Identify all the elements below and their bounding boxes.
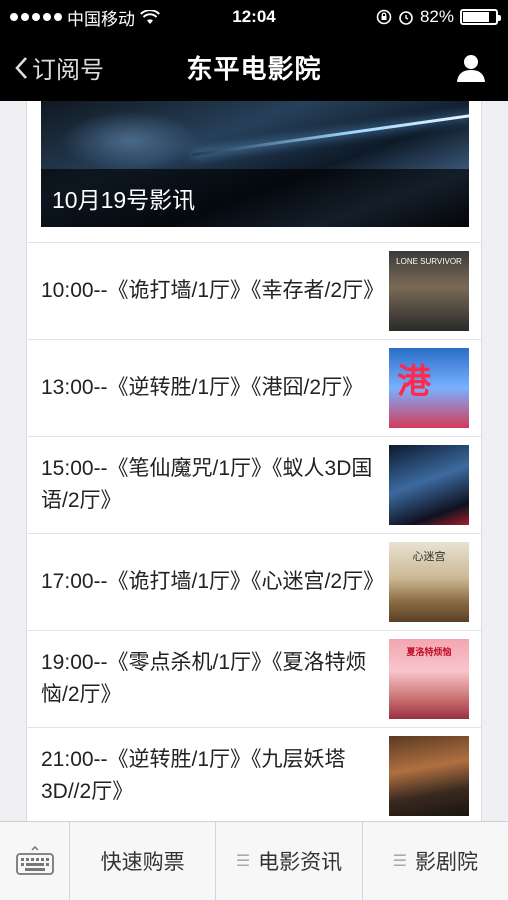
list-item[interactable]: 21:00--《逆转胜/1厅》《九层妖塔3D//2厅》	[27, 727, 481, 821]
movie-poster-thumbnail	[389, 736, 469, 816]
list-item[interactable]: 19:00--《零点杀机/1厅》《夏洛特烦恼/2厅》 夏洛特烦恼	[27, 630, 481, 727]
list-item[interactable]: 15:00--《笔仙魔咒/1厅》《蚁人3D国语/2厅》	[27, 436, 481, 533]
poster-title: 港	[397, 363, 431, 401]
menu-lines-icon: ☰	[392, 853, 407, 870]
showtime-text: 13:00--《逆转胜/1厅》《港囧/2厅》	[41, 376, 364, 399]
user-icon	[457, 54, 485, 82]
back-button[interactable]: 订阅号	[0, 50, 140, 85]
movie-poster-thumbnail: 港	[389, 348, 469, 428]
banner-light-beam	[192, 108, 469, 157]
wifi-icon	[140, 9, 160, 24]
signal-icon	[10, 13, 62, 21]
chevron-left-icon	[15, 56, 27, 79]
status-bar: 中国移动 12:04 82%	[0, 0, 508, 34]
list-item[interactable]: 10:00--《诡打墙/1厅》《幸存者/2厅》 LONE SURVIVOR	[27, 242, 481, 339]
poster-title: 夏洛特烦恼	[406, 647, 452, 657]
banner-artwork	[61, 111, 201, 171]
article-content[interactable]: 10月19号影讯 10:00--《诡打墙/1厅》《幸存者/2厅》 LONE SU…	[26, 101, 482, 821]
poster-title: LONE SURVIVOR	[396, 257, 462, 266]
list-item[interactable]: 17:00--《诡打墙/1厅》《心迷宫/2厅》 心迷宫	[27, 533, 481, 630]
rotation-lock-icon	[376, 9, 392, 25]
banner-caption: 10月19号影讯	[41, 169, 469, 227]
tab-theater[interactable]: ☰ 影剧院	[363, 822, 508, 900]
movie-poster-thumbnail: LONE SURVIVOR	[389, 251, 469, 331]
showtime-text: 21:00--《逆转胜/1厅》《九层妖塔3D//2厅》	[41, 748, 346, 803]
movie-poster-thumbnail: 心迷宫	[389, 542, 469, 622]
showtime-text: 15:00--《笔仙魔咒/1厅》《蚁人3D国语/2厅》	[41, 457, 373, 512]
tab-quick-ticket[interactable]: 快速购票	[70, 822, 217, 900]
tab-label: 电影资讯	[258, 851, 343, 874]
keyboard-icon	[15, 846, 54, 875]
back-label: 订阅号	[32, 57, 104, 84]
bottom-menu-bar: 快速购票 ☰ 电影资讯 ☰ 影剧院	[0, 821, 508, 900]
alarm-icon	[399, 11, 413, 25]
page-title: 东平电影院	[186, 54, 322, 84]
battery-icon	[460, 9, 501, 25]
profile-button[interactable]	[368, 53, 508, 83]
keyboard-toggle-button[interactable]	[0, 822, 70, 900]
tab-label: 快速购票	[100, 851, 185, 874]
movie-poster-thumbnail: 夏洛特烦恼	[389, 639, 469, 719]
showtime-text: 19:00--《零点杀机/1厅》《夏洛特烦恼/2厅》	[41, 651, 367, 706]
nav-bar: 订阅号 东平电影院	[0, 34, 508, 101]
tab-movie-news[interactable]: ☰ 电影资讯	[216, 822, 363, 900]
carrier-label: 中国移动	[67, 9, 135, 29]
movie-poster-thumbnail	[389, 445, 469, 525]
tab-label: 影剧院	[414, 851, 478, 874]
menu-lines-icon: ☰	[235, 853, 251, 870]
list-item[interactable]: 13:00--《逆转胜/1厅》《港囧/2厅》 港	[27, 339, 481, 436]
battery-percent: 82%	[419, 7, 454, 26]
banner-image[interactable]: 10月19号影讯	[41, 101, 469, 227]
poster-title: 心迷宫	[412, 551, 446, 563]
showtime-text: 17:00--《诡打墙/1厅》《心迷宫/2厅》	[41, 570, 385, 593]
showtime-text: 10:00--《诡打墙/1厅》《幸存者/2厅》	[41, 279, 385, 302]
